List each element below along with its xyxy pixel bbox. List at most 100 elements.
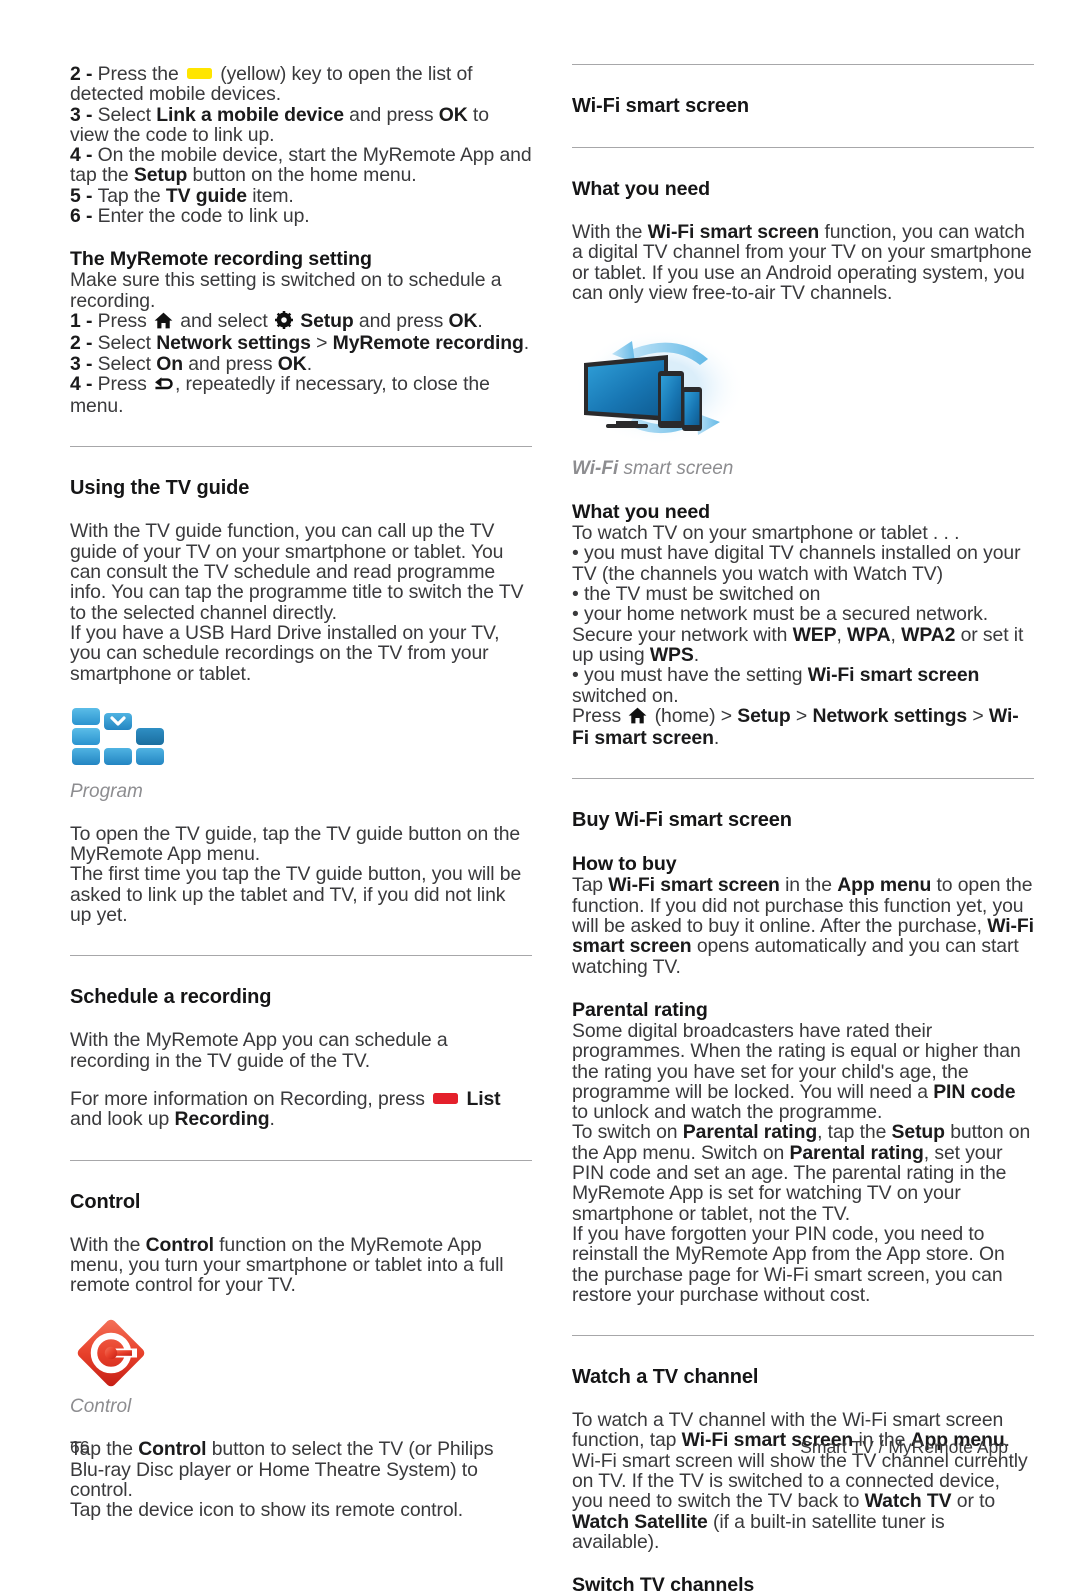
step-2-lead: Press the [97, 63, 179, 85]
recording-step-4: 4 - Press , repeatedly if necessary, to … [70, 372, 490, 418]
wifi-bold-smart-screen: Wi-Fi smart screen [647, 221, 820, 243]
rec-step1-bold-setup: Setup [300, 309, 354, 332]
figure-wifi-smart-screen: Wi-Fi smart screen [572, 325, 1034, 479]
figure-control-caption: Control [70, 1396, 132, 1418]
schedule-bold-list: List [466, 1087, 501, 1110]
buy-a: Tap [572, 874, 609, 897]
bullet-3-bold-wps: WPS [649, 643, 694, 666]
control-bold-control: Control [145, 1233, 214, 1256]
two-column-layout: 2 - Press the (yellow) key to open the l… [70, 64, 1034, 1596]
bullet-3-c: , [836, 623, 848, 646]
section-title-control: Control [70, 1190, 141, 1213]
rec-step1-d: and press [353, 309, 449, 332]
step-5-bold-tv-guide: TV guide [165, 184, 247, 207]
bullet-3-bold-wpa: WPA [847, 623, 891, 646]
heading-how-to-buy: How to buy [572, 853, 677, 876]
tv-guide-para-3: To open the TV guide, tap the TV guide b… [70, 822, 521, 866]
what-you-need-bullet-1: • you must have digital TV channels inst… [572, 542, 1021, 585]
rec-step1-b: and select [174, 309, 273, 332]
bullet-2-text: the TV must be switched on [583, 583, 821, 606]
parental-bold-pin-code: PIN code [933, 1080, 1016, 1103]
home-icon [628, 707, 647, 728]
watch-bold-watch-tv: Watch TV [864, 1490, 952, 1513]
parental-para-3: If you have forgotten your PIN code, you… [572, 1222, 1005, 1306]
schedule-para-1: With the MyRemote App you can schedule a… [70, 1029, 448, 1072]
parental-bold-rating-2: Parental rating [789, 1141, 924, 1164]
step-3-a: Select [97, 103, 157, 126]
tv-guide-para-4: The first time you tap the TV guide butt… [70, 863, 522, 927]
what-you-need-bullet-3: • your home network must be a secured ne… [572, 603, 1024, 666]
rec-step3-a: Select [97, 352, 157, 375]
step-3-bold-link-device: Link a mobile device [156, 103, 344, 126]
rec-step2-bold-myremote-recording: MyRemote recording [332, 332, 524, 355]
press-path-bold-setup: Setup [737, 704, 791, 727]
red-key-icon [433, 1092, 459, 1104]
right-column: Wi-Fi smart screen What you need With th… [572, 64, 1034, 1596]
step-4-c: button on the home menu. [187, 164, 417, 187]
parental-bold-setup: Setup [891, 1121, 945, 1144]
step-3-bold-ok: OK [438, 103, 468, 126]
rec-step1-e: . [477, 309, 483, 332]
heading-parental-rating: Parental rating [572, 998, 708, 1021]
recording-step-2: 2 - Select Network settings > MyRemote r… [70, 332, 530, 355]
wifi-press-path: Press (home) > Setup > Network settings … [572, 706, 1034, 749]
parental-p2-c: , tap the [817, 1121, 892, 1144]
recording-setting-intro: Make sure this setting is switched on to… [70, 269, 502, 312]
bullet-3-bold-wpa2: WPA2 [901, 623, 956, 646]
footer-section-title: Smart TV / MyRemote App [800, 1437, 1008, 1457]
rec-step2-bold-network-settings: Network settings [156, 332, 311, 355]
control-para-3: Tap the device icon to show its remote c… [70, 1499, 464, 1522]
step-6-a: Enter the code to link up. [97, 205, 310, 228]
control-icon [70, 1317, 152, 1393]
section-title-using-the-tv-guide: Using the TV guide [70, 477, 250, 500]
what-you-need-bullet-2: • the TV must be switched on [572, 583, 821, 606]
section-title-wifi-smart-screen: Wi-Fi smart screen [572, 95, 749, 117]
program-icon [70, 706, 182, 778]
step-5-a: Tap the [97, 184, 166, 207]
schedule-para2-c: and look up [70, 1108, 175, 1131]
tv-guide-para-2: If you have a USB Hard Drive installed o… [70, 621, 500, 685]
buy-para: Tap Wi-Fi smart screen in the App menu t… [572, 874, 1034, 977]
parental-p2-a: To switch on [572, 1121, 683, 1144]
bullet-4-a: you must have the setting [583, 664, 808, 687]
parental-para-2: To switch on Parental rating, tap the Se… [572, 1121, 1034, 1224]
rec-step3-d: . [306, 352, 312, 375]
step-2: 2 - Press the (yellow) key to open the l… [70, 63, 473, 106]
parental-bold-rating-1: Parental rating [682, 1121, 818, 1144]
section-title-watch-a-tv-channel: Watch a TV channel [572, 1366, 759, 1389]
rec-step1-bold-ok: OK [448, 309, 478, 332]
watch-bold-watch-satellite: Watch Satellite [572, 1510, 708, 1533]
wifi-smart-screen-icon [572, 325, 762, 455]
bullet-3-d: , [890, 623, 902, 646]
page-number: 66 [70, 1437, 90, 1457]
press-path-bold-network-settings: Network settings [812, 704, 968, 727]
press-path-e: . [713, 727, 720, 750]
yellow-key-icon [186, 68, 212, 79]
parental-p1-c: to unlock and watch the programme. [572, 1101, 883, 1124]
schedule-para2-a: For more information on Recording, press [70, 1087, 431, 1110]
home-icon [154, 312, 173, 333]
wifi-para1-a: With the [572, 221, 648, 243]
step-5: 5 - Tap the TV guide item. [70, 184, 294, 207]
rec-step1-a: Press [97, 309, 152, 332]
heading-what-you-need-1: What you need [572, 178, 711, 200]
wifi-para-1: With the Wi-Fi smart screen function, yo… [572, 222, 1034, 303]
control-para1-a: With the [70, 1233, 146, 1256]
watch-channel-para: To watch a TV channel with the Wi-Fi sma… [572, 1410, 1034, 1552]
step-5-c: item. [246, 184, 294, 207]
left-column: 2 - Press the (yellow) key to open the l… [70, 64, 532, 1521]
section-title-buy-wifi-smart-screen: Buy Wi-Fi smart screen [572, 809, 792, 832]
heading-switch-tv-channels: Switch TV channels [572, 1574, 755, 1596]
figure-program: Program [70, 706, 532, 802]
control-para-1: With the Control function on the MyRemot… [70, 1233, 532, 1296]
recording-step-3: 3 - Select On and press OK. [70, 352, 312, 375]
what-you-need-bullet-4: • you must have the setting Wi-Fi smart … [572, 664, 980, 707]
buy-bold-app-menu: App menu [837, 874, 932, 897]
bullet-1-text: you must have digital TV channels instal… [572, 542, 1021, 585]
schedule-para2-e: . [269, 1108, 275, 1131]
bullet-4-c: switched on. [572, 684, 679, 707]
tv-guide-para-1: With the TV guide function, you can call… [70, 520, 524, 624]
step-4-bold-setup: Setup [133, 164, 188, 187]
back-arrow-icon [154, 376, 173, 396]
rec-step3-bold-ok: OK [277, 352, 307, 375]
